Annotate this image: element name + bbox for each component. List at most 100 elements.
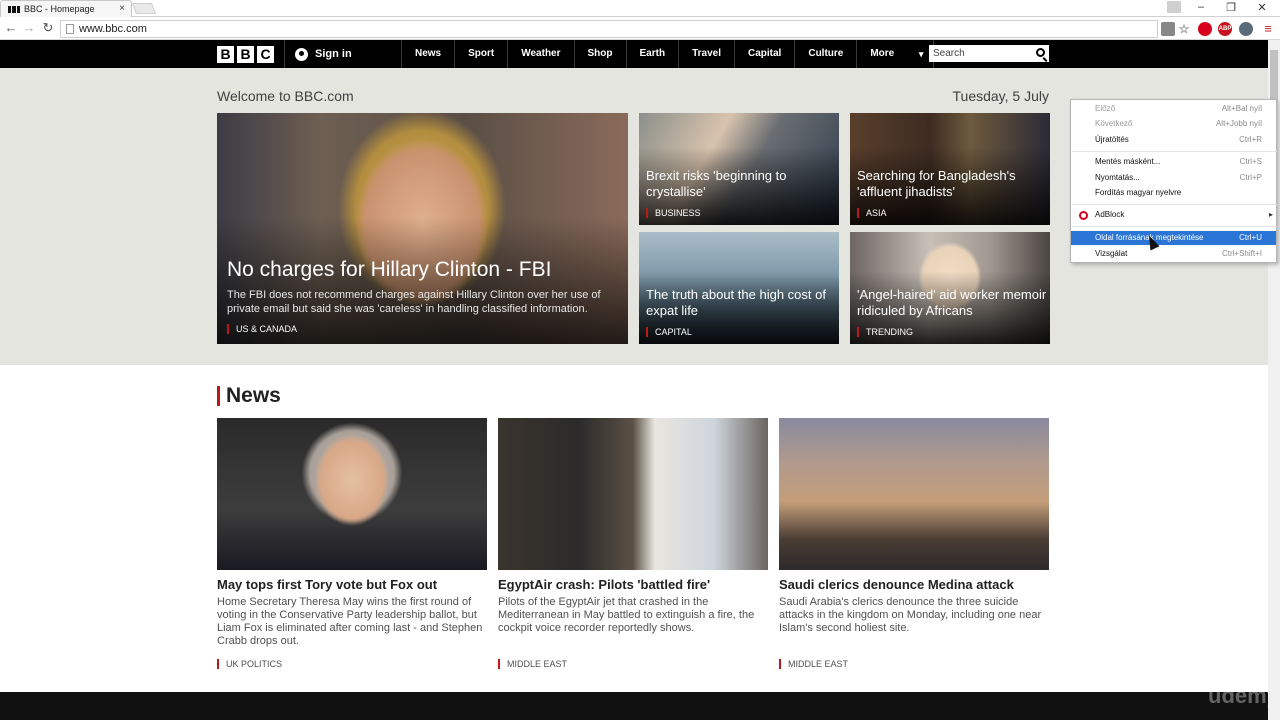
page-icon xyxy=(66,24,74,34)
news-card-image[interactable] xyxy=(217,418,487,570)
nav-link-news[interactable]: News xyxy=(401,40,454,68)
story-tile-title[interactable]: Searching for Bangladesh's 'affluent jih… xyxy=(857,168,1047,200)
welcome-date: Tuesday, 5 July xyxy=(952,88,1050,104)
new-tab-button[interactable] xyxy=(131,3,157,14)
story-tile-tag[interactable]: ASIA xyxy=(857,208,887,218)
news-card-summary: Saudi Arabia's clerics denounce the thre… xyxy=(779,596,1042,634)
menu-item-label: Nyomtatás... xyxy=(1095,173,1140,182)
news-card-title[interactable]: EgyptAir crash: Pilots 'battled fire' xyxy=(498,576,768,593)
adblock-plus-icon[interactable]: ABP xyxy=(1218,22,1232,36)
logo-letter: B xyxy=(237,46,254,63)
hero-title[interactable]: No charges for Hillary Clinton - FBI xyxy=(227,258,551,282)
story-tile[interactable]: 'Angel-haired' aid worker memoir ridicul… xyxy=(850,232,1050,344)
story-tile-tag[interactable]: BUSINESS xyxy=(646,208,701,218)
news-card-title[interactable]: May tops first Tory vote but Fox out xyxy=(217,576,487,593)
menu-item-inspect[interactable]: Vizsgálat Ctrl+Shift+I xyxy=(1071,247,1276,261)
menu-item-shortcut: Ctrl+R xyxy=(1239,135,1262,144)
search-icon[interactable] xyxy=(1036,48,1045,57)
reload-button[interactable]: ↻ xyxy=(40,20,56,36)
forward-button[interactable]: → xyxy=(21,20,37,35)
browser-tab[interactable]: BBC - Homepage × xyxy=(0,0,132,17)
menu-separator xyxy=(1072,226,1277,227)
bbc-favicon-icon xyxy=(8,5,20,13)
signin-link[interactable]: Sign in xyxy=(295,40,352,68)
news-card-image[interactable] xyxy=(498,418,768,570)
menu-item-shortcut: Ctrl+U xyxy=(1239,233,1262,242)
menu-item-save-as[interactable]: Mentés másként... Ctrl+S xyxy=(1071,155,1276,169)
signin-label: Sign in xyxy=(315,48,352,60)
window-close-button[interactable]: ✕ xyxy=(1252,1,1272,14)
opera-extension-icon[interactable] xyxy=(1198,22,1212,36)
menu-item-label: Vizsgálat xyxy=(1095,249,1128,258)
nav-link-culture[interactable]: Culture xyxy=(794,40,856,68)
back-button[interactable]: ← xyxy=(3,20,19,35)
news-card-tag[interactable]: MIDDLE EAST xyxy=(779,659,848,669)
story-tile[interactable]: The truth about the high cost of expat l… xyxy=(639,232,839,344)
menu-separator xyxy=(1072,151,1277,152)
nav-link-sport[interactable]: Sport xyxy=(454,40,507,68)
story-tile-title[interactable]: Brexit risks 'beginning to crystallise' xyxy=(646,168,836,200)
browser-tabstrip: BBC - Homepage × – ❐ ✕ xyxy=(0,0,1280,17)
translate-icon[interactable] xyxy=(1161,22,1175,36)
scrollbar-thumb[interactable] xyxy=(1270,50,1278,102)
context-menu: Előző Alt+Bal nyíl Következő Alt+Jobb ny… xyxy=(1070,99,1277,263)
menu-item-shortcut: Alt+Jobb nyíl xyxy=(1215,119,1262,128)
news-card-image[interactable] xyxy=(779,418,1049,570)
menu-item-print[interactable]: Nyomtatás... Ctrl+P xyxy=(1071,171,1276,185)
nav-link-shop[interactable]: Shop xyxy=(573,40,626,68)
tab-title: BBC - Homepage xyxy=(24,4,95,14)
news-card[interactable]: EgyptAir crash: Pilots 'battled fire' Pi… xyxy=(498,418,768,669)
minimize-button[interactable]: – xyxy=(1191,1,1211,13)
menu-item-shortcut: Ctrl+P xyxy=(1239,173,1262,182)
logo-letter: C xyxy=(257,46,274,63)
news-card-summary: Home Secretary Theresa May wins the firs… xyxy=(217,596,483,647)
story-tile-title[interactable]: 'Angel-haired' aid worker memoir ridicul… xyxy=(857,287,1047,319)
restore-button[interactable]: ❐ xyxy=(1221,1,1241,14)
chrome-menu-icon[interactable]: ≡ xyxy=(1261,22,1275,36)
submenu-arrow-icon: ▸ xyxy=(1268,210,1273,219)
hero-summary: The FBI does not recommend charges again… xyxy=(227,289,601,315)
news-card[interactable]: May tops first Tory vote but Fox out Hom… xyxy=(217,418,487,669)
menu-item-label: Újratöltés xyxy=(1095,135,1129,144)
search-placeholder: Search xyxy=(933,48,965,59)
logo-letter: B xyxy=(217,46,234,63)
menu-item-label: Mentés másként... xyxy=(1095,157,1161,166)
bookmark-star-icon[interactable]: ☆ xyxy=(1177,22,1191,36)
hero-tag[interactable]: US & CANADA xyxy=(227,324,297,334)
nav-link-more[interactable]: More xyxy=(856,40,935,68)
nav-link-weather[interactable]: Weather xyxy=(507,40,573,68)
menu-item-label: Fordítás magyar nyelvre xyxy=(1095,188,1182,197)
news-card[interactable]: Saudi clerics denounce Medina attack Sau… xyxy=(779,418,1049,669)
menu-item-back[interactable]: Előző Alt+Bal nyíl xyxy=(1071,102,1276,116)
user-icon xyxy=(295,47,308,61)
news-card-tag[interactable]: MIDDLE EAST xyxy=(498,659,567,669)
story-tile[interactable]: Brexit risks 'beginning to crystallise' … xyxy=(639,113,839,225)
welcome-title: Welcome to BBC.com xyxy=(217,88,354,104)
extension-icon[interactable] xyxy=(1239,22,1253,36)
tab-close-icon[interactable]: × xyxy=(119,3,125,14)
bbc-search-box[interactable]: Search xyxy=(929,45,1049,62)
hero-story[interactable]: No charges for Hillary Clinton - FBI The… xyxy=(217,113,628,344)
menu-item-view-source[interactable]: Oldal forrásának megtekintése Ctrl+U xyxy=(1071,231,1276,245)
story-tile-title[interactable]: The truth about the high cost of expat l… xyxy=(646,287,836,319)
news-card-title[interactable]: Saudi clerics denounce Medina attack xyxy=(779,576,1049,593)
news-section-title[interactable]: News xyxy=(217,385,281,406)
bbc-navbar: B B C Sign in News Sport Weather Shop Ea… xyxy=(0,40,1268,68)
news-card-tag[interactable]: UK POLITICS xyxy=(217,659,282,669)
nav-link-earth[interactable]: Earth xyxy=(625,40,679,68)
story-tile-tag[interactable]: TRENDING xyxy=(857,327,913,337)
profile-icon[interactable] xyxy=(1167,1,1181,13)
address-bar[interactable]: www.bbc.com xyxy=(60,20,1158,38)
menu-item-forward[interactable]: Következő Alt+Jobb nyíl xyxy=(1071,117,1276,131)
menu-separator xyxy=(1072,204,1277,205)
story-tile[interactable]: Searching for Bangladesh's 'affluent jih… xyxy=(850,113,1050,225)
story-tile-tag[interactable]: CAPITAL xyxy=(646,327,692,337)
nav-link-capital[interactable]: Capital xyxy=(734,40,794,68)
address-url: www.bbc.com xyxy=(79,23,147,35)
menu-item-reload[interactable]: Újratöltés Ctrl+R xyxy=(1071,133,1276,147)
nav-link-travel[interactable]: Travel xyxy=(678,40,734,68)
menu-item-adblock[interactable]: AdBlock ▸ xyxy=(1071,208,1276,222)
bbc-logo[interactable]: B B C xyxy=(217,46,274,63)
menu-item-translate[interactable]: Fordítás magyar nyelvre xyxy=(1071,186,1276,200)
footer-bar xyxy=(0,692,1268,720)
